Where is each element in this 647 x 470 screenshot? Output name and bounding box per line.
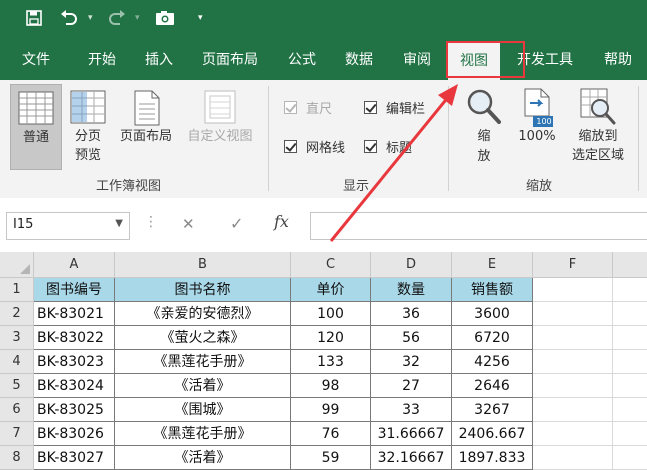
annotation-arrow (329, 84, 458, 242)
